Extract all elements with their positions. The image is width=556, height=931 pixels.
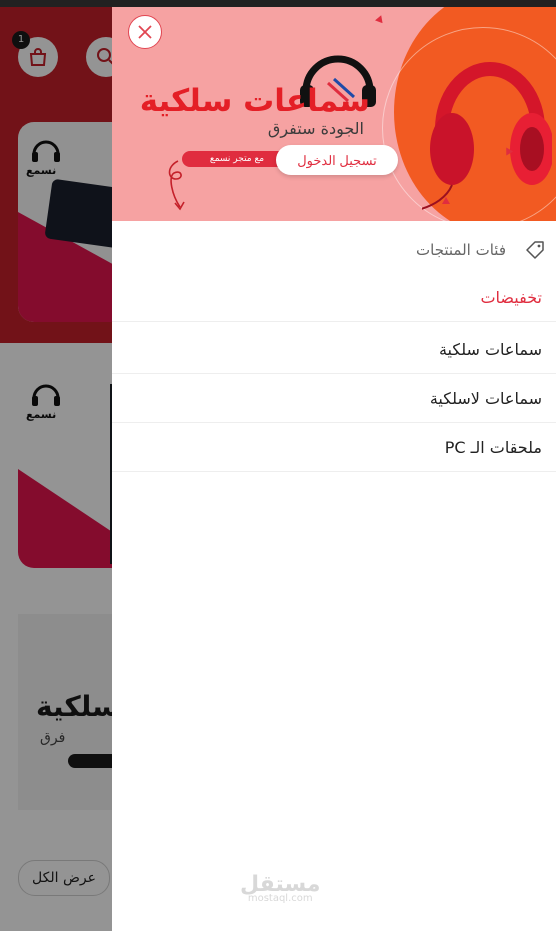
promo-subtitle: الجودة ستفرق — [267, 119, 364, 138]
category-drawer: سماعات سلكية الجودة ستفرق مع متجر نسمع ت… — [112, 7, 556, 931]
headphones-image — [422, 62, 552, 210]
decor-triangle — [442, 197, 450, 204]
tag-icon — [526, 241, 544, 259]
menu-item-label: تخفيضات — [480, 288, 542, 307]
arrow-doodle-icon — [168, 160, 185, 211]
categories-title: فئات المنتجات — [416, 241, 506, 259]
menu-item-sales[interactable]: تخفيضات — [112, 274, 556, 322]
watermark-sub: mostaql.com — [247, 893, 313, 904]
close-drawer-button[interactable] — [128, 15, 162, 49]
drawer-promo-banner: سماعات سلكية الجودة ستفرق مع متجر نسمع ت… — [112, 7, 556, 221]
menu-item-label: سماعات سلكية — [438, 340, 542, 359]
close-icon — [138, 25, 152, 39]
promo-title: سماعات سلكية — [139, 83, 370, 119]
menu-item-wired-headphones[interactable]: سماعات سلكية — [112, 326, 556, 374]
watermark: مستقل mostaql.com — [240, 872, 320, 904]
menu-item-label: سماعات لاسلكية — [429, 389, 542, 408]
login-button[interactable]: تسجيل الدخول — [276, 145, 398, 175]
categories-header: فئات المنتجات — [112, 228, 556, 272]
menu-item-pc-accessories[interactable]: ملحقات الـ PC — [112, 424, 556, 472]
menu-item-wireless-headphones[interactable]: سماعات لاسلكية — [112, 375, 556, 423]
decor-triangle — [375, 13, 385, 24]
menu-item-label: ملحقات الـ PC — [444, 438, 542, 457]
